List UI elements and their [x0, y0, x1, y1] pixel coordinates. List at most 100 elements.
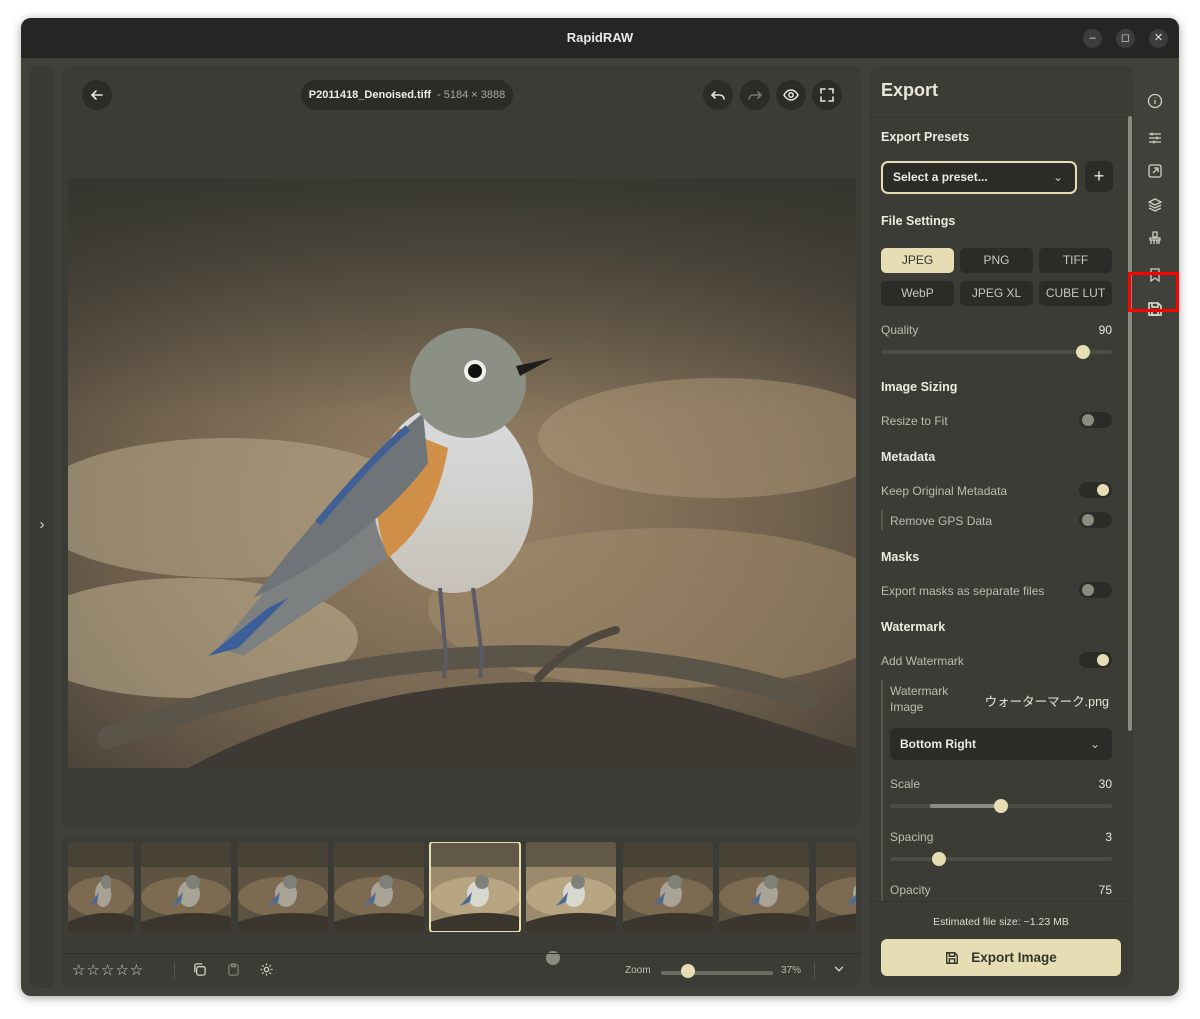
resize-to-fit-toggle[interactable] [1079, 412, 1112, 428]
format-cubelut-button[interactable]: CUBE LUT [1039, 281, 1112, 306]
thumbnail-image [816, 842, 856, 932]
opacity-value: 75 [1098, 883, 1112, 897]
remove-gps-label: Remove GPS Data [890, 514, 993, 528]
main-photo[interactable] [68, 178, 856, 768]
brush-icon[interactable] [1145, 228, 1165, 248]
filmstrip-thumbnail[interactable] [429, 842, 521, 932]
panel-title: Export [881, 80, 939, 100]
spacing-slider-track[interactable] [890, 857, 1112, 861]
filmstrip-thumbnail[interactable] [334, 842, 424, 932]
thumbnail-image [238, 842, 328, 932]
export-masks-label: Export masks as separate files [881, 584, 1045, 598]
keep-metadata-toggle[interactable] [1079, 482, 1112, 498]
file-settings-heading: File Settings [881, 214, 956, 228]
file-name: P2011418_Denoised.tiff [308, 89, 432, 101]
quality-label: Quality [881, 323, 919, 337]
window-title: RapidRAW [566, 30, 634, 45]
chevron-right-icon: › [39, 516, 45, 533]
bottom-toolbar: ☆☆☆☆☆ Zoom 37% [62, 953, 861, 988]
thumbnail-image [141, 842, 231, 932]
right-tool-rail [1133, 58, 1179, 996]
eye-icon [783, 89, 799, 101]
opacity-label: Opacity [890, 883, 931, 897]
chevron-down-icon: ⌄ [1052, 170, 1063, 184]
redo-icon [748, 91, 763, 100]
export-image-label: Export Image [971, 950, 1057, 965]
format-jpegxl-button[interactable]: JPEG XL [960, 281, 1033, 306]
thumbnail-image [430, 842, 520, 932]
filmstrip-thumbnail[interactable] [68, 842, 134, 932]
maximize-button[interactable]: ◻ [1116, 29, 1135, 48]
back-arrow-icon [90, 90, 103, 100]
format-png-button[interactable]: PNG [960, 248, 1033, 273]
adjustments-icon[interactable] [1145, 128, 1165, 148]
info-icon[interactable] [1145, 91, 1165, 111]
bird-photo-image [68, 178, 856, 768]
watermark-image-label: Watermark [890, 684, 949, 698]
keep-metadata-label: Keep Original Metadata [881, 484, 1008, 498]
paste-icon[interactable] [226, 962, 241, 982]
export-image-button[interactable]: Export Image [881, 939, 1121, 976]
crop-icon[interactable] [1145, 161, 1165, 181]
redo-button[interactable] [740, 80, 770, 110]
minimize-button[interactable]: – [1083, 29, 1102, 48]
chevron-down-icon: ⌄ [1089, 737, 1100, 751]
spacing-slider-thumb[interactable] [931, 852, 946, 866]
preset-select-value: Select a preset... [893, 170, 988, 184]
thumbnail-image [719, 842, 809, 932]
filmstrip-thumbnail[interactable] [238, 842, 328, 932]
masks-heading: Masks [881, 550, 920, 564]
close-button[interactable]: ✕ [1149, 29, 1168, 48]
remove-gps-toggle[interactable] [1079, 512, 1112, 528]
active-tool-highlight [1128, 272, 1179, 312]
export-presets-heading: Export Presets [881, 130, 970, 144]
add-watermark-toggle[interactable] [1079, 652, 1112, 668]
filmstrip: ☆☆☆☆☆ Zoom 37% [62, 836, 861, 988]
filmstrip-thumbnail[interactable] [141, 842, 231, 932]
fullscreen-button[interactable] [812, 80, 842, 110]
spacing-value: 3 [1105, 830, 1112, 844]
format-jpeg-button[interactable]: JPEG [881, 248, 954, 273]
indent-line [881, 510, 883, 530]
image-editor: P2011418_Denoised.tiff - 5184 × 3888 [62, 66, 861, 828]
layers-icon[interactable] [1145, 195, 1165, 215]
indent-line [881, 680, 883, 901]
filmstrip-thumbnail[interactable] [623, 842, 713, 932]
fullscreen-icon [820, 88, 834, 102]
export-panel: Export Export Presets Select a preset...… [869, 66, 1133, 988]
copy-icon[interactable] [192, 962, 207, 982]
rating-stars[interactable]: ☆☆☆☆☆ [72, 962, 144, 980]
undo-button[interactable] [703, 80, 733, 110]
left-panel-toggle[interactable]: › [29, 66, 55, 988]
watermark-image-label-line2: Image [890, 700, 924, 714]
watermark-position-select[interactable]: Bottom Right ⌄ [890, 728, 1112, 760]
filmstrip-thumbnail[interactable] [719, 842, 809, 932]
format-webp-button[interactable]: WebP [881, 281, 954, 306]
settings-icon[interactable] [259, 962, 274, 982]
scale-slider-thumb[interactable] [994, 799, 1008, 813]
toggle-knob [1082, 584, 1094, 596]
export-footer: Estimated file size: ~1.23 MB Export Ima… [869, 901, 1133, 988]
zoom-slider-thumb[interactable] [680, 964, 695, 978]
undo-icon [710, 91, 725, 100]
add-preset-button[interactable]: + [1085, 161, 1113, 192]
format-tiff-button[interactable]: TIFF [1039, 248, 1112, 273]
watermark-file-name[interactable]: ウォーターマーク.png [979, 691, 1109, 710]
filmstrip-thumbnail[interactable] [526, 842, 616, 932]
panel-scrollbar[interactable] [1128, 116, 1132, 731]
chevron-down-icon[interactable] [832, 962, 846, 981]
export-masks-toggle[interactable] [1079, 582, 1112, 598]
toggle-knob [1082, 414, 1094, 426]
back-button[interactable] [82, 80, 112, 110]
app-window: RapidRAW – ◻ ✕ › P2011418_Denoised.tiff … [21, 18, 1179, 996]
scale-value: 30 [1098, 777, 1112, 791]
zoom-slider-track[interactable] [661, 971, 773, 975]
filmstrip-thumbnail[interactable] [816, 842, 856, 932]
estimated-file-size: Estimated file size: ~1.23 MB [933, 916, 1069, 928]
preview-toggle-button[interactable] [776, 80, 806, 110]
save-icon [946, 951, 959, 964]
spacing-label: Spacing [890, 830, 934, 844]
preset-select[interactable]: Select a preset... ⌄ [881, 161, 1077, 194]
image-dimensions: - 5184 × 3888 [437, 89, 506, 101]
quality-slider-thumb[interactable] [1076, 345, 1091, 359]
